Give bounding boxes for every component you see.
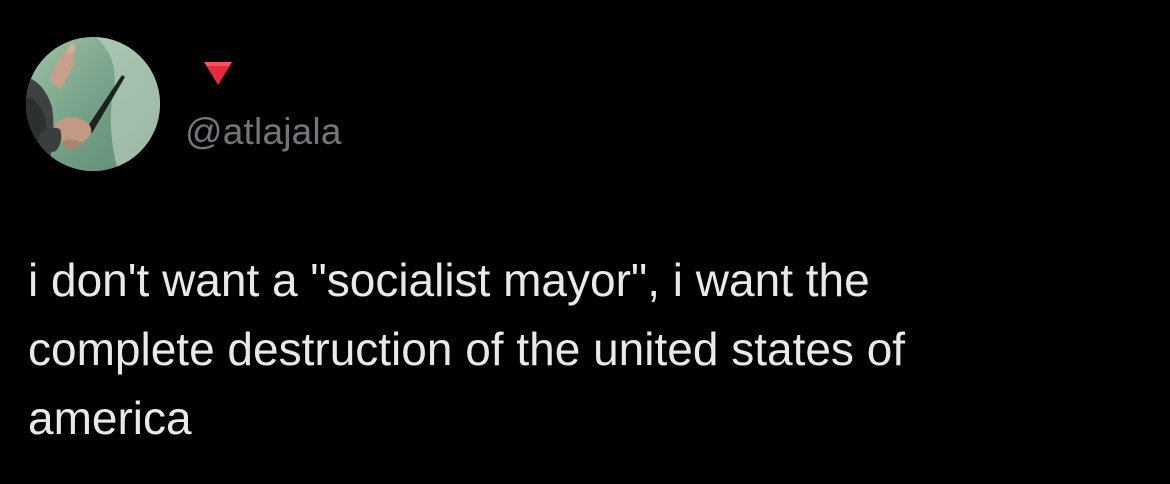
avatar-photo-image: [26, 37, 160, 171]
red-down-triangle-icon: [204, 62, 232, 85]
author-handle[interactable]: @atlajala: [185, 110, 342, 154]
tweet-body-text: i don't want a "socialist mayor", i want…: [28, 254, 906, 444]
author-avatar[interactable]: [26, 37, 160, 171]
tweet-card: @atlajala i don't want a "socialist mayo…: [0, 0, 1170, 484]
author-display-name[interactable]: [201, 56, 235, 90]
